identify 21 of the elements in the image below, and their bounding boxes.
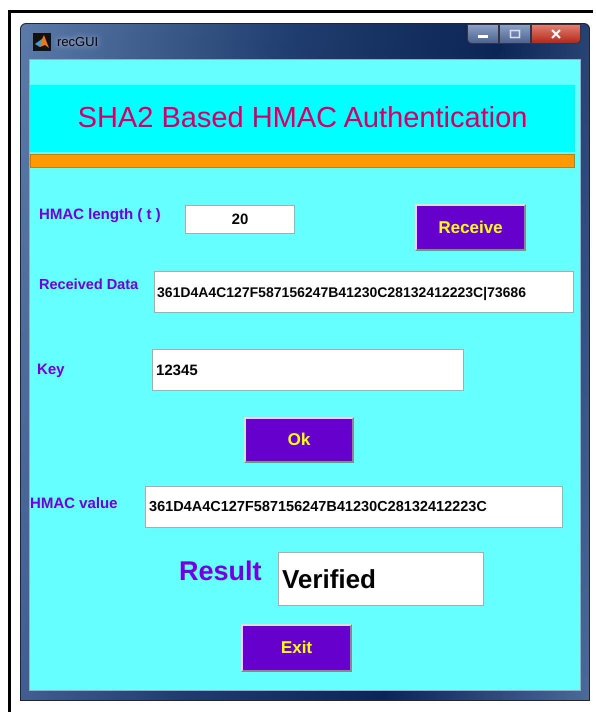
result-field[interactable]: Verified <box>278 552 484 606</box>
app-logo-icon <box>33 32 51 50</box>
key-field[interactable]: 12345 <box>152 349 464 391</box>
key-label: Key <box>37 361 66 378</box>
result-label: Result <box>179 556 263 587</box>
exit-button[interactable]: Exit <box>241 624 352 672</box>
maximize-button[interactable] <box>499 24 531 44</box>
close-icon <box>550 29 562 39</box>
hmac-length-field[interactable]: 20 <box>185 205 295 234</box>
received-data-field[interactable]: 361D4A4C127F587156247B41230C28132412223C|73686 <box>154 271 574 313</box>
maximize-icon <box>509 29 521 39</box>
close-button[interactable] <box>531 24 581 44</box>
minimize-button[interactable] <box>467 24 499 44</box>
hmac-length-label: HMAC length ( t ) <box>39 206 162 223</box>
window-title: recGUI <box>57 34 98 49</box>
hmac-value-label: HMAC value <box>30 495 119 512</box>
received-data-label: Received Data <box>39 277 140 293</box>
ok-button[interactable]: Ok <box>244 417 354 463</box>
hmac-value-field[interactable]: 361D4A4C127F587156247B41230C28132412223C <box>145 486 563 528</box>
heading: SHA2 Based HMAC Authentication <box>78 102 528 135</box>
receive-button[interactable]: Receive <box>415 204 526 251</box>
